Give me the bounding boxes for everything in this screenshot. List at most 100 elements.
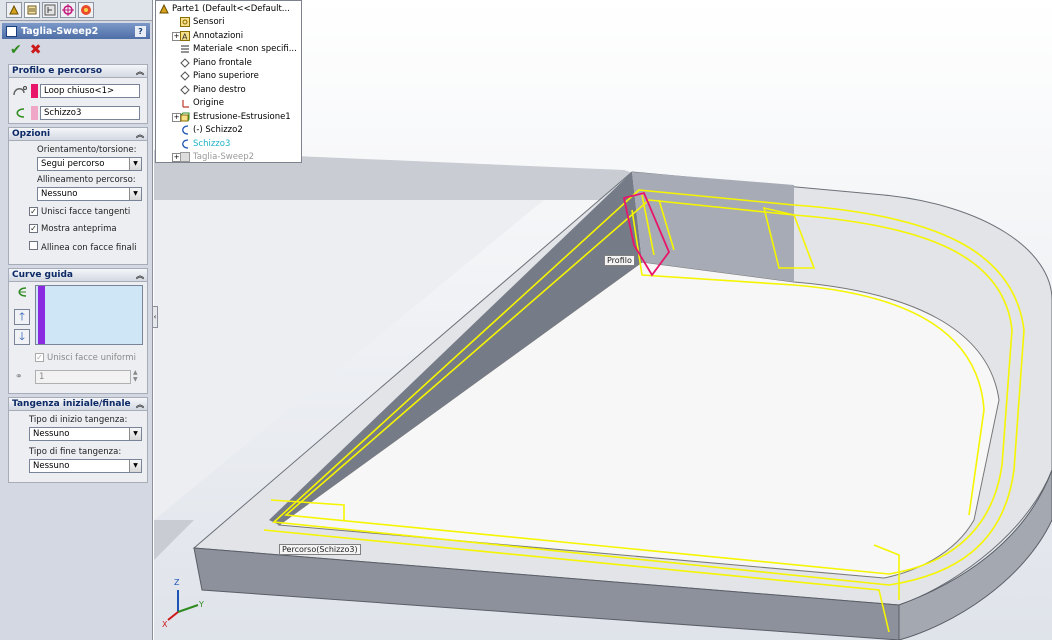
feature-tree-flyout: Parte1 (Default<<Default... Sensori + A … xyxy=(155,0,302,163)
tangency-group: Tangenza iniziale/finale ︽ Tipo di inizi… xyxy=(8,397,148,483)
annotation-icon: A xyxy=(180,30,190,41)
move-down-button[interactable]: 🡓 xyxy=(14,329,30,345)
tree-item-top-plane[interactable]: Piano superiore xyxy=(180,69,259,82)
merge-tangent-label: Unisci facce tangenti xyxy=(41,207,131,217)
collapse-chevron-icon[interactable]: ︽ xyxy=(136,399,144,410)
collapse-chevron-icon[interactable]: ︽ xyxy=(136,129,144,140)
move-up-button[interactable]: 🡑 xyxy=(14,309,30,325)
part-icon xyxy=(159,3,169,14)
help-icon[interactable]: ? xyxy=(135,25,146,37)
profile-callout[interactable]: Profilo xyxy=(604,255,635,266)
guide-curves-header[interactable]: Curve guida ︽ xyxy=(9,269,147,282)
tree-item-sketch3[interactable]: Schizzo3 xyxy=(180,137,230,150)
tree-item-sketch2[interactable]: (-) Schizzo2 xyxy=(180,123,243,136)
profile-color-swatch xyxy=(31,84,38,98)
merge-tangent-checkbox-row[interactable]: ✓ Unisci facce tangenti xyxy=(9,207,147,217)
tree-item-label: (-) Schizzo2 xyxy=(193,124,243,135)
start-tangency-dropdown[interactable]: Nessuno ▼ xyxy=(29,427,142,441)
cancel-x-icon[interactable]: ✖ xyxy=(30,42,42,58)
path-alignment-dropdown[interactable]: Nessuno ▼ xyxy=(37,187,142,201)
profile-row: Loop chiuso<1> xyxy=(9,82,147,100)
tree-item-label: Schizzo3 xyxy=(193,138,231,149)
feature-title: Taglia-Sweep2 xyxy=(21,25,99,37)
orientation-value: Segui percorso xyxy=(41,159,105,169)
tree-item-right-plane[interactable]: Piano destro xyxy=(180,83,246,96)
tree-item-label: Origine xyxy=(193,97,224,108)
align-end-faces-checkbox[interactable] xyxy=(29,241,38,250)
group-title: Opzioni xyxy=(12,129,51,139)
property-manager-panel: Taglia-Sweep2 ? ✔ ✖ Profilo e percorso ︽… xyxy=(0,0,153,640)
tree-item-material[interactable]: Materiale <non specifi... xyxy=(180,42,297,55)
sensor-icon xyxy=(180,16,190,27)
chevron-down-icon: ▼ xyxy=(129,188,141,200)
tree-item-label: Sensori xyxy=(193,16,225,27)
chevron-down-icon: ▼ xyxy=(129,428,141,440)
profile-selection-box[interactable]: Loop chiuso<1> xyxy=(40,84,140,98)
orientation-dropdown[interactable]: Segui percorso ▼ xyxy=(37,157,142,171)
tree-item-front-plane[interactable]: Piano frontale xyxy=(180,56,252,69)
tree-item-extrusion[interactable]: Estrusione-Estrusione1 xyxy=(180,110,291,123)
feature-title-bar: Taglia-Sweep2 ? xyxy=(2,23,150,39)
guide-count-spinner[interactable]: 1 xyxy=(35,370,131,384)
tree-item-label: Piano frontale xyxy=(193,57,252,68)
extrusion-icon xyxy=(180,112,190,122)
tree-item-sweep-cut[interactable]: Taglia-Sweep2 xyxy=(180,150,254,163)
end-tangency-dropdown[interactable]: Nessuno ▼ xyxy=(29,459,142,473)
property-manager-icon[interactable] xyxy=(24,2,40,18)
configuration-manager-icon[interactable] xyxy=(42,2,58,18)
plane-icon xyxy=(180,70,190,81)
spinner-arrows-icon[interactable]: ▲ ▼ xyxy=(133,369,138,383)
profile-path-header[interactable]: Profilo e percorso ︽ xyxy=(9,65,147,78)
show-preview-checkbox[interactable]: ✓ xyxy=(29,224,38,233)
tree-item-annotations[interactable]: A Annotazioni xyxy=(180,29,243,42)
dimxpert-icon[interactable] xyxy=(60,2,76,18)
align-end-faces-checkbox-row[interactable]: Allinea con facce finali xyxy=(9,241,147,253)
ok-checkmark-icon[interactable]: ✔ xyxy=(10,42,22,58)
sketch-icon xyxy=(180,138,190,149)
chevron-down-icon: ▼ xyxy=(129,158,141,170)
merge-smooth-checkbox[interactable]: ✓ xyxy=(35,353,44,362)
profile-path-group: Profilo e percorso ︽ Loop chiuso<1> Schi… xyxy=(8,64,148,124)
profile-value: Loop chiuso<1> xyxy=(44,86,115,96)
tangency-header[interactable]: Tangenza iniziale/finale ︽ xyxy=(9,398,147,411)
tree-item-origin[interactable]: Origine xyxy=(180,96,224,109)
manager-tabs xyxy=(0,0,152,21)
feature-manager-icon[interactable] xyxy=(6,2,22,18)
sweep-cut-icon xyxy=(6,25,17,37)
merge-smooth-label: Unisci facce uniformi xyxy=(47,353,136,363)
collapse-chevron-icon[interactable]: ︽ xyxy=(136,66,144,77)
plane-icon xyxy=(180,57,190,68)
options-header[interactable]: Opzioni ︽ xyxy=(9,128,147,141)
group-title: Curve guida xyxy=(12,270,74,280)
tree-item-label: Piano superiore xyxy=(193,70,259,81)
end-tangency-value: Nessuno xyxy=(33,461,70,471)
merge-smooth-checkbox-row[interactable]: ✓ Unisci facce uniformi xyxy=(35,353,136,363)
tree-root-part[interactable]: Parte1 (Default<<Default... xyxy=(159,2,290,15)
tree-item-label: Taglia-Sweep2 xyxy=(193,151,254,162)
sweep-cut-icon xyxy=(180,151,190,162)
group-title: Profilo e percorso xyxy=(12,66,103,76)
guide-curves-list[interactable] xyxy=(35,285,143,345)
path-selection-box[interactable]: Schizzo3 xyxy=(40,106,140,120)
end-tangency-label: Tipo di fine tangenza: xyxy=(29,447,122,457)
collapse-chevron-icon[interactable]: ︽ xyxy=(136,270,144,281)
glasses-icon: ⚭ xyxy=(15,372,23,382)
panel-collapse-handle[interactable]: ‹ xyxy=(152,306,158,328)
tree-item-label: Piano destro xyxy=(193,84,246,95)
profile-icon xyxy=(9,85,31,97)
path-value: Schizzo3 xyxy=(44,108,82,118)
tree-item-label: Estrusione-Estrusione1 xyxy=(193,111,291,122)
tree-root-label: Parte1 (Default<<Default... xyxy=(172,3,290,14)
origin-icon xyxy=(180,98,190,108)
tree-item-sensors[interactable]: Sensori xyxy=(180,15,225,28)
group-title: Tangenza iniziale/finale xyxy=(12,399,131,409)
start-tangency-value: Nessuno xyxy=(33,429,70,439)
display-manager-icon[interactable] xyxy=(78,2,94,18)
merge-tangent-checkbox[interactable]: ✓ xyxy=(29,207,38,216)
plane-icon xyxy=(180,84,190,95)
path-callout[interactable]: Percorso(Schizzo3) xyxy=(279,544,361,555)
show-preview-checkbox-row[interactable]: ✓ Mostra anteprima xyxy=(9,224,147,234)
path-alignment-label: Allineamento percorso: xyxy=(37,175,136,185)
path-color-swatch xyxy=(31,106,38,120)
align-end-faces-label: Allinea con facce finali xyxy=(41,243,137,253)
